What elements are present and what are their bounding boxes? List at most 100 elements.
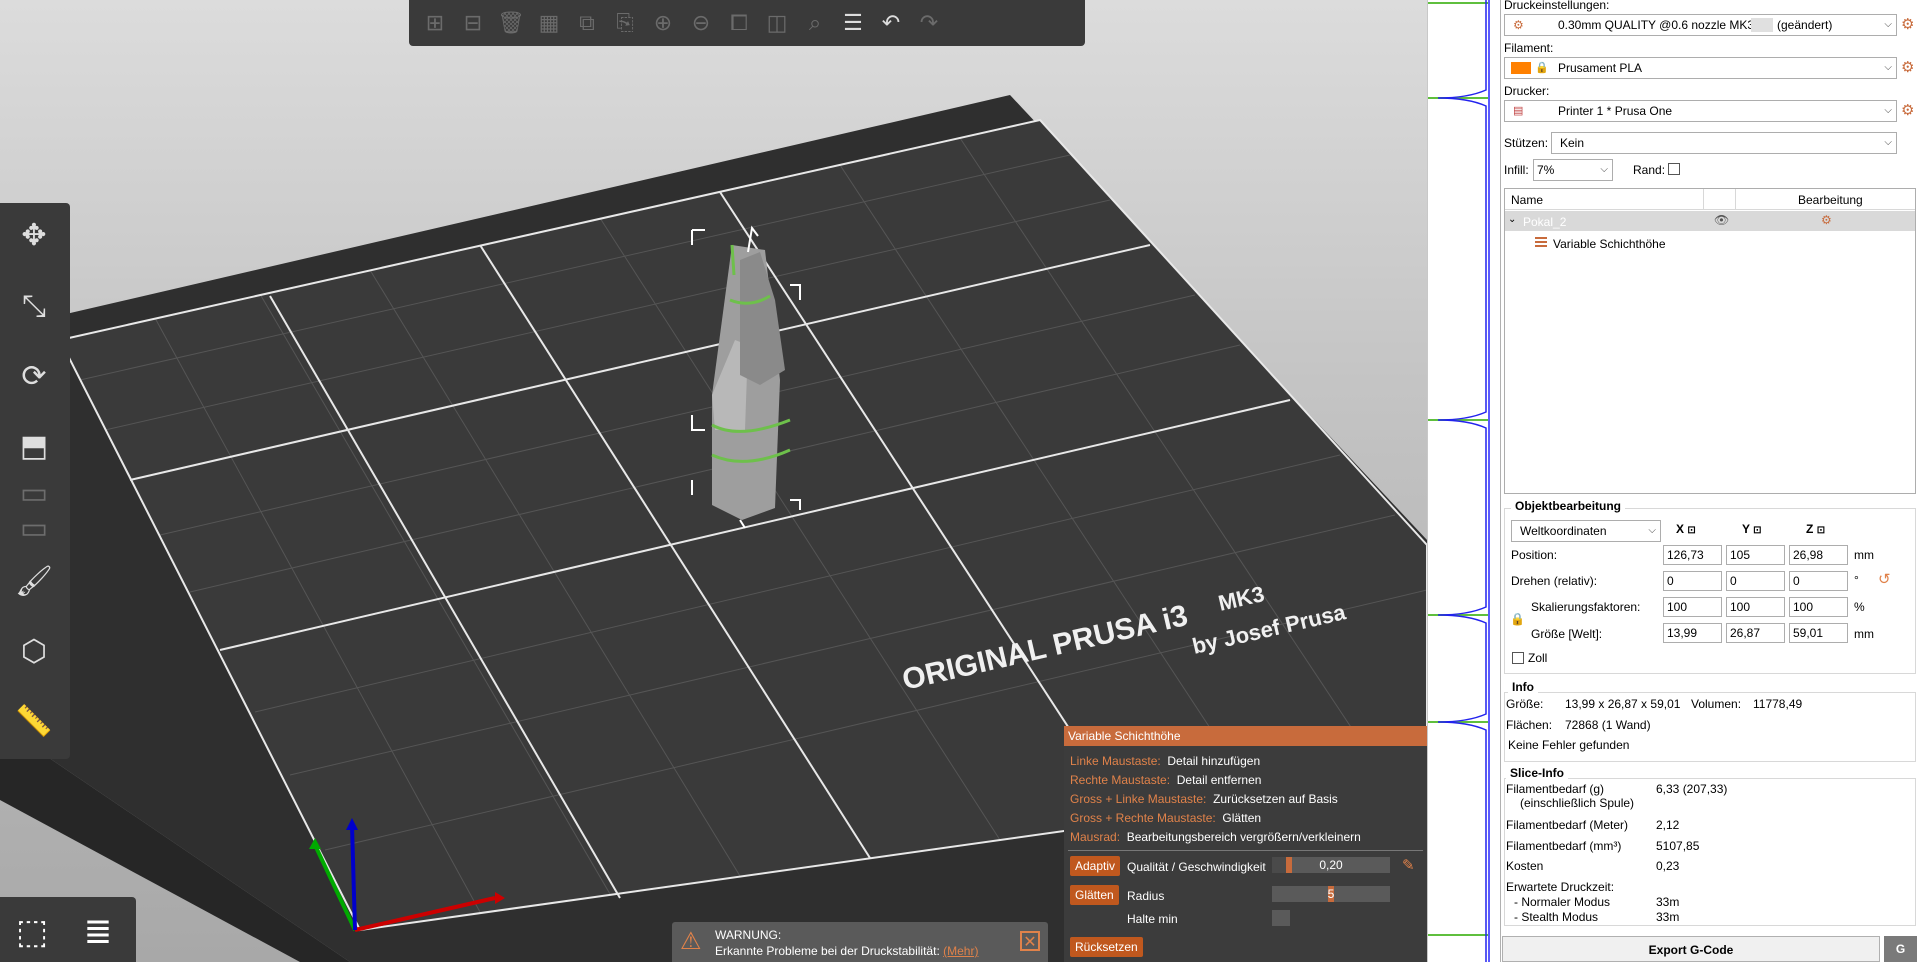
filament-gear-icon[interactable]: ⚙ (1901, 58, 1914, 76)
position-z-field[interactable]: 26,98 (1789, 545, 1848, 565)
brim-checkbox[interactable] (1668, 163, 1680, 175)
3d-view-icon[interactable]: ⬚ (4, 905, 60, 959)
keep-min-label: Halte min (1127, 912, 1178, 926)
printer-icon: ▤ (1513, 105, 1524, 117)
settings-gear-icon[interactable]: ⚙ (1901, 15, 1914, 33)
layers-editing-icon[interactable]: ☰ (835, 5, 871, 41)
size-x-field[interactable]: 13,99 (1663, 623, 1722, 643)
paste-icon[interactable]: ⎘ (607, 5, 643, 41)
expand-icon[interactable]: ⌄ (1508, 214, 1516, 225)
coord-system-value: Weltkoordinaten (1520, 524, 1607, 538)
print-settings-combo[interactable]: ⚙ 0.30mm QUALITY @0.6 nozzle MK3 (geände… (1504, 14, 1897, 36)
warning-more-link[interactable]: (Mehr) (943, 944, 978, 958)
normal-mode-label: - Normaler Modus (1514, 895, 1611, 909)
column-name[interactable]: Name (1511, 193, 1543, 207)
size-z-field[interactable]: 59,01 (1789, 623, 1848, 643)
printer-gear-icon[interactable]: ⚙ (1901, 101, 1914, 119)
rotate-icon[interactable]: ⟳ (6, 348, 62, 404)
copy-icon[interactable]: ⧉ (569, 5, 605, 41)
measure-icon[interactable]: 📏 (6, 693, 62, 749)
gear-icon: ⚙ (1513, 18, 1524, 32)
supports-value: Kein (1560, 136, 1585, 150)
size-y-field[interactable]: 26,87 (1726, 623, 1785, 643)
adaptive-button[interactable]: Adaptiv (1070, 856, 1121, 876)
export-gcode-button[interactable]: Export G-Code (1502, 936, 1880, 962)
delete-all-icon[interactable]: 🗑 (493, 5, 529, 41)
edit-icon[interactable]: ✎ (1402, 856, 1415, 874)
object-settings-icon[interactable]: ⚙ (1821, 213, 1832, 227)
position-y-field[interactable]: 105 (1726, 545, 1785, 565)
infill-label: Infill: (1504, 163, 1529, 177)
warning-text: Erkannte Probleme bei der Druckstabilitä… (715, 944, 979, 958)
position-unit: mm (1854, 548, 1874, 562)
close-icon[interactable]: ✕ (1020, 931, 1040, 951)
brim-label: Rand: (1633, 163, 1666, 177)
info-size-value: 13,99 x 26,87 x 59,01 (1565, 697, 1681, 711)
scale-x-field[interactable]: 100 (1663, 597, 1722, 617)
search-icon[interactable]: ⌕ (797, 5, 833, 41)
eye-icon[interactable]: 👁 (1714, 213, 1729, 227)
hollow-icon[interactable]: ▭ (6, 512, 62, 545)
scale-icon[interactable]: ⤡ (6, 279, 62, 335)
lock-icon: 🔒 (1535, 62, 1549, 74)
layer-height-profile[interactable] (1427, 0, 1490, 962)
reset-button[interactable]: Rücksetzen (1070, 937, 1143, 957)
preview-icon[interactable]: ≣ (70, 905, 126, 959)
radius-slider[interactable]: 5 (1272, 886, 1390, 902)
variable-layer-height-panel: Variable Schichthöhe Linke Maustaste: De… (1064, 726, 1427, 962)
rotate-x-field[interactable]: 0 (1663, 571, 1722, 591)
vlh-title: Variable Schichthöhe (1064, 726, 1427, 746)
seam-icon[interactable]: ⬡ (6, 623, 62, 679)
supports-combo[interactable]: Kein ⌵ (1551, 132, 1897, 154)
inch-label: Zoll (1528, 651, 1548, 665)
position-x-field[interactable]: 126,73 (1663, 545, 1722, 565)
object-list-header: Name Bearbeitung (1505, 189, 1915, 210)
paint-supports-icon[interactable]: 🖌 (6, 553, 62, 609)
cut-icon[interactable]: ▭ (6, 477, 62, 510)
quality-slider[interactable]: 0,20 (1272, 857, 1390, 873)
quality-value: 0,20 (1319, 858, 1343, 872)
split-parts-icon[interactable]: ◫ (759, 5, 795, 41)
axis-x-label: X ⊡ (1676, 522, 1696, 536)
keep-min-checkbox[interactable] (1272, 910, 1290, 926)
vlh-row: Rechte Maustaste: Detail entfernen (1070, 773, 1262, 787)
add-instance-icon[interactable]: ⊕ (645, 5, 681, 41)
filament-value: Prusament PLA (1558, 61, 1643, 75)
scale-z-field[interactable]: 100 (1789, 597, 1848, 617)
object-row[interactable]: ⌄ Pokal_2 👁 ⚙ (1505, 211, 1915, 231)
move-icon[interactable]: ✥ (6, 207, 62, 263)
add-icon[interactable]: ⊞ (417, 5, 453, 41)
slice-info-title: Slice-Info (1506, 766, 1569, 780)
undo-icon[interactable]: ↶ (873, 5, 909, 41)
place-on-face-icon[interactable]: ⬒ (6, 418, 62, 474)
object-child-name: Variable Schichthöhe (1553, 237, 1666, 251)
redo-icon[interactable]: ↷ (911, 5, 947, 41)
column-edit[interactable]: Bearbeitung (1798, 193, 1863, 207)
object-child-row[interactable]: Variable Schichthöhe (1505, 233, 1915, 253)
send-gcode-icon[interactable]: G (1884, 936, 1917, 962)
fil-g-sub: (einschließlich Spule) (1520, 796, 1635, 810)
smooth-button[interactable]: Glätten (1070, 885, 1119, 905)
inch-checkbox[interactable] (1512, 652, 1524, 664)
quality-label: Qualität / Geschwindigkeit (1127, 860, 1266, 874)
delete-icon[interactable]: ⊟ (455, 5, 491, 41)
stealth-mode-label: - Stealth Modus (1514, 910, 1599, 924)
arrange-icon[interactable]: ▦ (531, 5, 567, 41)
fil-mm3-value: 5107,85 (1656, 839, 1700, 853)
printer-combo[interactable]: ▤ Printer 1 * Prusa One ⌵ (1504, 100, 1897, 122)
rotate-z-field[interactable]: 0 (1789, 571, 1848, 591)
filament-combo[interactable]: 🔒 Prusament PLA ⌵ (1504, 57, 1897, 79)
fil-mm3-label: Filamentbedarf (mm³) (1506, 839, 1622, 853)
rotate-y-field[interactable]: 0 (1726, 571, 1785, 591)
info-volume-label: Volumen: (1691, 697, 1742, 711)
split-objects-icon[interactable]: ⧠ (721, 5, 757, 41)
3d-viewport[interactable]: ORIGINAL PRUSA i3 MK3 by Josef Prusa ⊞ ⊟… (0, 0, 1427, 962)
lock-scale-icon[interactable]: 🔒 (1510, 612, 1525, 626)
coord-system-combo[interactable]: Weltkoordinaten ⌵ (1511, 520, 1661, 542)
vlh-row: Gross + Linke Maustaste: Zurücksetzen au… (1070, 792, 1338, 806)
remove-instance-icon[interactable]: ⊖ (683, 5, 719, 41)
scale-y-field[interactable]: 100 (1726, 597, 1785, 617)
reset-rotation-icon[interactable]: ↺ (1878, 570, 1891, 588)
infill-combo[interactable]: 7% ⌵ (1533, 159, 1613, 181)
object-name: Pokal_2 (1523, 215, 1567, 229)
